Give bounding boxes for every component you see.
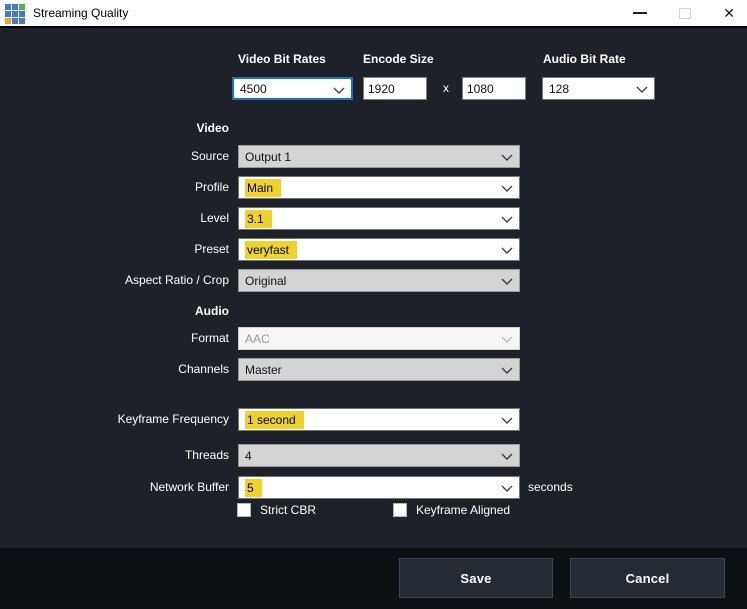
audio-bit-rate-value: 128 [549, 81, 570, 96]
threads-label: Threads [184, 448, 229, 462]
chevron-down-icon [333, 87, 345, 94]
source-select[interactable]: Output 1 [238, 145, 520, 168]
chevron-down-icon [501, 185, 513, 192]
preset-value: veryfast [245, 240, 298, 259]
encode-height-input[interactable] [462, 77, 526, 100]
maximize-icon[interactable] [679, 7, 692, 19]
footer-bar: Save Cancel [0, 548, 747, 609]
window-controls: ✕ [633, 0, 735, 26]
strict-cbr-label: Strict CBR [260, 503, 317, 517]
video-bit-rates-label: Video Bit Rates [238, 52, 326, 66]
audio-bit-rate-label: Audio Bit Rate [543, 52, 626, 66]
network-buffer-select[interactable]: 5 [238, 476, 520, 499]
audio-section-header: Audio [195, 304, 229, 318]
network-buffer-suffix: seconds [528, 480, 573, 494]
strict-cbr-checkbox[interactable] [237, 503, 251, 517]
threads-value: 4 [245, 448, 252, 463]
keyframe-frequency-value: 1 second [245, 410, 304, 429]
source-label: Source [190, 149, 229, 163]
chevron-down-icon [501, 485, 513, 492]
aspect-ratio-crop-label: Aspect Ratio / Crop [124, 273, 229, 287]
profile-label: Profile [194, 180, 229, 194]
network-buffer-value: 5 [245, 478, 262, 497]
threads-select[interactable]: 4 [238, 444, 520, 467]
keyframe-aligned-label: Keyframe Aligned [416, 503, 511, 517]
network-buffer-label: Network Buffer [149, 480, 229, 494]
strict-cbr-checkbox-row: Strict CBR [237, 503, 316, 517]
preset-label: Preset [194, 242, 229, 256]
video-bit-rates-value: 4500 [240, 81, 267, 96]
keyframe-aligned-checkbox-row: Keyframe Aligned [393, 503, 510, 517]
encode-size-label: Encode Size [363, 52, 434, 66]
preset-select[interactable]: veryfast [238, 238, 520, 261]
channels-value: Master [245, 362, 282, 377]
close-icon[interactable]: ✕ [723, 0, 735, 26]
minimize-icon[interactable] [633, 12, 648, 14]
format-label: Format [190, 331, 229, 345]
save-button[interactable]: Save [399, 558, 553, 598]
format-select: AAC [238, 327, 520, 350]
chevron-down-icon [501, 453, 513, 460]
keyframe-frequency-select[interactable]: 1 second [238, 408, 520, 431]
aspect-ratio-crop-select[interactable]: Original [238, 269, 520, 292]
profile-value: Main [245, 178, 282, 197]
chevron-down-icon [501, 247, 513, 254]
chevron-down-icon [501, 278, 513, 285]
chevron-down-icon [501, 336, 513, 343]
format-value: AAC [245, 331, 270, 346]
cancel-button[interactable]: Cancel [570, 558, 725, 598]
video-section-header: Video [196, 121, 229, 135]
encode-width-input[interactable] [363, 77, 427, 100]
aspect-ratio-crop-value: Original [245, 273, 287, 288]
audio-bit-rate-select[interactable]: 128 [542, 77, 655, 100]
app-logo-grid-icon [5, 4, 25, 24]
window-title: Streaming Quality [33, 6, 129, 20]
streaming-quality-window: Streaming Quality ✕ Video Bit Rates Enco… [0, 0, 747, 609]
chevron-down-icon [636, 86, 648, 93]
level-select[interactable]: 3.1 [238, 207, 520, 230]
channels-label: Channels [178, 362, 229, 376]
keyframe-frequency-label: Keyframe Frequency [117, 412, 229, 426]
chevron-down-icon [501, 417, 513, 424]
keyframe-aligned-checkbox[interactable] [393, 503, 407, 517]
source-value: Output 1 [245, 149, 292, 164]
level-value: 3.1 [245, 209, 272, 228]
channels-select[interactable]: Master [238, 358, 520, 381]
chevron-down-icon [501, 154, 513, 161]
profile-select[interactable]: Main [238, 176, 520, 199]
video-bit-rates-select[interactable]: 4500 [232, 77, 353, 100]
chevron-down-icon [501, 367, 513, 374]
level-label: Level [200, 211, 229, 225]
title-bar: Streaming Quality ✕ [0, 0, 747, 28]
encode-size-separator: x [443, 81, 449, 95]
chevron-down-icon [501, 216, 513, 223]
